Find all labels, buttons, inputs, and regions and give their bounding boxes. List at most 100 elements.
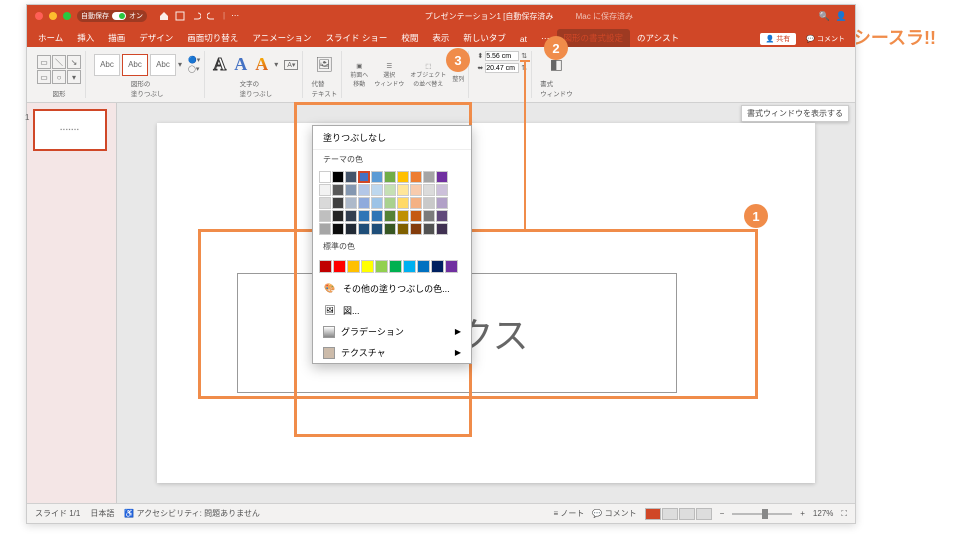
tab-new[interactable]: 新しいタブ (456, 29, 513, 47)
color-swatch[interactable] (371, 197, 383, 209)
maximize-icon[interactable] (63, 12, 71, 20)
color-swatch[interactable] (345, 210, 357, 222)
color-swatch[interactable] (384, 223, 396, 235)
zoom-out-icon[interactable]: − (720, 509, 725, 518)
shape-arrow-icon[interactable]: ↘ (67, 55, 81, 69)
color-swatch[interactable] (436, 197, 448, 209)
color-swatch[interactable] (423, 223, 435, 235)
bring-forward-icon[interactable]: ▣ (356, 63, 362, 70)
color-swatch[interactable] (410, 171, 422, 183)
color-swatch[interactable] (358, 171, 370, 183)
color-swatch[interactable] (345, 197, 357, 209)
user-icon[interactable]: 👤 (836, 11, 847, 22)
width-input[interactable] (485, 63, 519, 73)
fill-icon[interactable]: 🔵▾ (188, 56, 200, 64)
shape-textbox-icon[interactable]: ▭ (37, 55, 51, 69)
fit-window-icon[interactable]: ⛶ (841, 509, 847, 519)
color-swatch[interactable] (358, 223, 370, 235)
color-swatch[interactable] (319, 171, 331, 183)
tab-insert[interactable]: 挿入 (70, 29, 101, 47)
color-swatch[interactable] (319, 260, 332, 273)
color-swatch[interactable] (347, 260, 360, 273)
color-swatch[interactable] (389, 260, 402, 273)
color-swatch[interactable] (358, 184, 370, 196)
color-swatch[interactable] (384, 210, 396, 222)
color-swatch[interactable] (332, 197, 344, 209)
tab-animations[interactable]: アニメーション (245, 29, 318, 47)
color-swatch[interactable] (423, 210, 435, 222)
slide-thumbnail-pane[interactable]: 1 ▪▪▪▪▪▪▪ (27, 103, 117, 503)
color-swatch[interactable] (436, 223, 448, 235)
color-swatch[interactable] (410, 210, 422, 222)
no-fill-option[interactable]: 塗りつぶしなし (313, 126, 471, 150)
tab-slideshow[interactable]: スライド ショー (318, 29, 394, 47)
tab-view[interactable]: 表示 (425, 29, 456, 47)
color-swatch[interactable] (319, 197, 331, 209)
accessibility-status[interactable]: ♿ アクセシビリティ: 問題ありません (124, 508, 260, 519)
undo-icon[interactable] (191, 11, 201, 21)
share-button[interactable]: 👤 共有 (760, 33, 797, 45)
color-swatch[interactable] (445, 260, 458, 273)
selection-pane-icon[interactable]: ☰ (386, 63, 392, 70)
shape-line-icon[interactable]: ＼ (52, 55, 66, 69)
reorder-icon[interactable]: ⬚ (425, 63, 431, 70)
color-swatch[interactable] (371, 171, 383, 183)
home-icon[interactable] (159, 11, 169, 21)
color-swatch[interactable] (358, 197, 370, 209)
shape-more-icon[interactable]: ▾ (67, 70, 81, 84)
style-preset-1[interactable]: Abc (94, 54, 120, 76)
save-icon[interactable] (175, 11, 185, 21)
more-fill-colors[interactable]: 🎨 その他の塗りつぶしの色... (313, 277, 471, 299)
zoom-slider[interactable] (732, 513, 792, 515)
color-swatch[interactable] (431, 260, 444, 273)
slide-thumbnail-1[interactable]: 1 ▪▪▪▪▪▪▪ (33, 109, 107, 151)
color-swatch[interactable] (371, 223, 383, 235)
color-swatch[interactable] (410, 197, 422, 209)
tab-design-assist[interactable]: のアシスト (630, 29, 686, 47)
reading-view-icon[interactable] (679, 508, 695, 520)
color-swatch[interactable] (332, 184, 344, 196)
color-swatch[interactable] (397, 197, 409, 209)
color-swatch[interactable] (384, 171, 396, 183)
color-swatch[interactable] (384, 197, 396, 209)
style-more-icon[interactable]: ▾ (178, 60, 182, 69)
minimize-icon[interactable] (49, 12, 57, 20)
color-swatch[interactable] (397, 184, 409, 196)
color-swatch[interactable] (410, 184, 422, 196)
color-swatch[interactable] (384, 184, 396, 196)
color-swatch[interactable] (397, 223, 409, 235)
color-swatch[interactable] (417, 260, 430, 273)
autosave-toggle[interactable]: 自動保存 オン (77, 10, 147, 22)
sorter-view-icon[interactable] (662, 508, 678, 520)
redo-icon[interactable] (207, 11, 217, 21)
texture-fill[interactable]: テクスチャ▶ (313, 342, 471, 363)
style-preset-3[interactable]: Abc (150, 54, 176, 76)
color-swatch[interactable] (361, 260, 374, 273)
tab-draw[interactable]: 描画 (101, 29, 132, 47)
close-icon[interactable] (35, 12, 43, 20)
color-swatch[interactable] (345, 223, 357, 235)
zoom-in-icon[interactable]: + (800, 509, 805, 518)
gradient-fill[interactable]: グラデーション▶ (313, 321, 471, 342)
text-fill-button[interactable]: A▾ (284, 60, 298, 70)
color-swatch[interactable] (319, 184, 331, 196)
tab-design[interactable]: デザイン (132, 29, 180, 47)
shape-rect-icon[interactable]: ▭ (37, 70, 51, 84)
wordart-preset-1[interactable]: A (213, 54, 226, 75)
color-swatch[interactable] (410, 223, 422, 235)
color-swatch[interactable] (436, 210, 448, 222)
color-swatch[interactable] (332, 223, 344, 235)
notes-button[interactable]: ≡ ノート (554, 508, 585, 519)
wordart-more-icon[interactable]: ▾ (274, 60, 278, 69)
color-swatch[interactable] (358, 210, 370, 222)
outline-icon[interactable]: ◯▾ (188, 65, 200, 73)
color-swatch[interactable] (397, 171, 409, 183)
tab-acrobat[interactable]: at (513, 31, 534, 47)
color-swatch[interactable] (345, 184, 357, 196)
color-swatch[interactable] (423, 197, 435, 209)
color-swatch[interactable] (371, 184, 383, 196)
color-swatch[interactable] (436, 184, 448, 196)
comments-button[interactable]: 💬 コメント (800, 33, 851, 45)
language-indicator[interactable]: 日本語 (90, 508, 114, 519)
tab-review[interactable]: 校閲 (394, 29, 425, 47)
